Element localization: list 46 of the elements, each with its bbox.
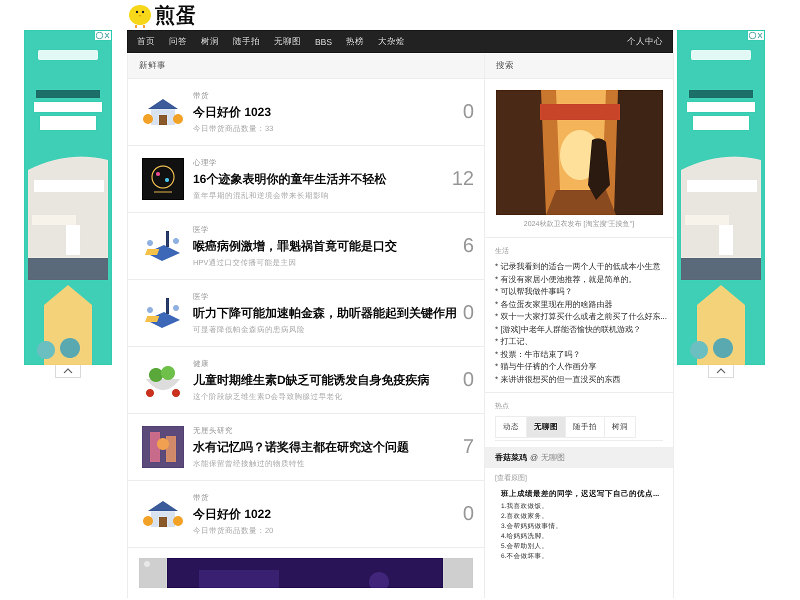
painting-icon bbox=[142, 426, 184, 468]
close-icon[interactable] bbox=[95, 31, 111, 40]
forum-link[interactable]: * 有没有家居小便池推荐，就是简单的。 bbox=[495, 274, 663, 286]
nav-link[interactable]: 树洞 bbox=[201, 36, 219, 48]
section-header: 搜索 bbox=[485, 53, 673, 79]
account-link[interactable]: 个人中心 bbox=[627, 36, 663, 48]
post-title[interactable]: 儿童时期维生素D缺乏可能诱发自身免疫疾病 bbox=[193, 372, 463, 388]
chick-logo-icon bbox=[127, 2, 153, 28]
forum-link[interactable]: * 来讲讲很想买的但一直没买的东西 bbox=[495, 374, 663, 386]
head-icon bbox=[142, 158, 184, 200]
chevron-up-icon bbox=[716, 368, 726, 374]
post-title[interactable]: 听力下降可能加速帕金森，助听器能起到关键作用 bbox=[193, 304, 463, 322]
comment-count: 0 bbox=[462, 368, 474, 392]
forum-link[interactable]: * 可以帮我做件事吗？ bbox=[495, 286, 663, 298]
collapse-button[interactable] bbox=[55, 365, 81, 378]
nav-link[interactable]: 大杂烩 bbox=[378, 36, 406, 48]
author-name: 香菇菜鸡 bbox=[495, 452, 527, 463]
post-title[interactable]: 今日好价 1022 bbox=[193, 506, 463, 522]
forum-link[interactable]: * [游戏]中老年人群能否愉快的联机游戏？ bbox=[495, 324, 663, 336]
collapse-button[interactable] bbox=[708, 365, 734, 378]
nav-link[interactable]: 首页 bbox=[137, 36, 155, 48]
comment-count: 7 bbox=[462, 436, 474, 458]
close-icon[interactable] bbox=[748, 31, 764, 40]
nav-link[interactable]: 问答 bbox=[169, 36, 187, 48]
forum-link[interactable]: * 各位蛋友家里现在用的啥路由器 bbox=[495, 298, 663, 311]
nav-link[interactable]: 随手拍 bbox=[233, 36, 260, 48]
at-sign: @ bbox=[530, 453, 538, 462]
forum-link[interactable]: * 投票：牛市结束了吗？ bbox=[495, 348, 663, 361]
forum-link[interactable]: * 记录我看到的适合一两个人干的低成本小生意 bbox=[495, 261, 663, 274]
comment-count: 6 bbox=[462, 234, 474, 258]
comment-count: 0 bbox=[462, 502, 474, 526]
comment-count: 0 bbox=[462, 100, 474, 124]
comment-count: 0 bbox=[462, 302, 474, 324]
post-title[interactable]: 今日好价 1023 bbox=[193, 104, 463, 120]
chevron-up-icon bbox=[63, 368, 73, 374]
post-title[interactable]: 水有记忆吗？诺奖得主都在研究这个问题 bbox=[193, 438, 463, 456]
comment-count: 12 bbox=[452, 168, 474, 190]
forum-link[interactable]: * 打工记、 bbox=[495, 336, 663, 348]
nav-link[interactable]: BBS bbox=[315, 36, 332, 46]
forum-link[interactable]: * 猫与牛仔裤的个人作画分享 bbox=[495, 361, 663, 374]
post-title[interactable]: 16个迹象表明你的童年生活并不轻松 bbox=[193, 170, 452, 188]
logo-text[interactable]: 煎蛋 bbox=[155, 2, 197, 28]
nav-link[interactable]: 热榜 bbox=[346, 36, 364, 48]
nav-link[interactable]: 无聊图 bbox=[274, 36, 301, 48]
post-title[interactable]: 喉癌病例激增，罪魁祸首竟可能是口交 bbox=[193, 238, 463, 254]
section-header: 新鲜事 bbox=[128, 53, 484, 79]
